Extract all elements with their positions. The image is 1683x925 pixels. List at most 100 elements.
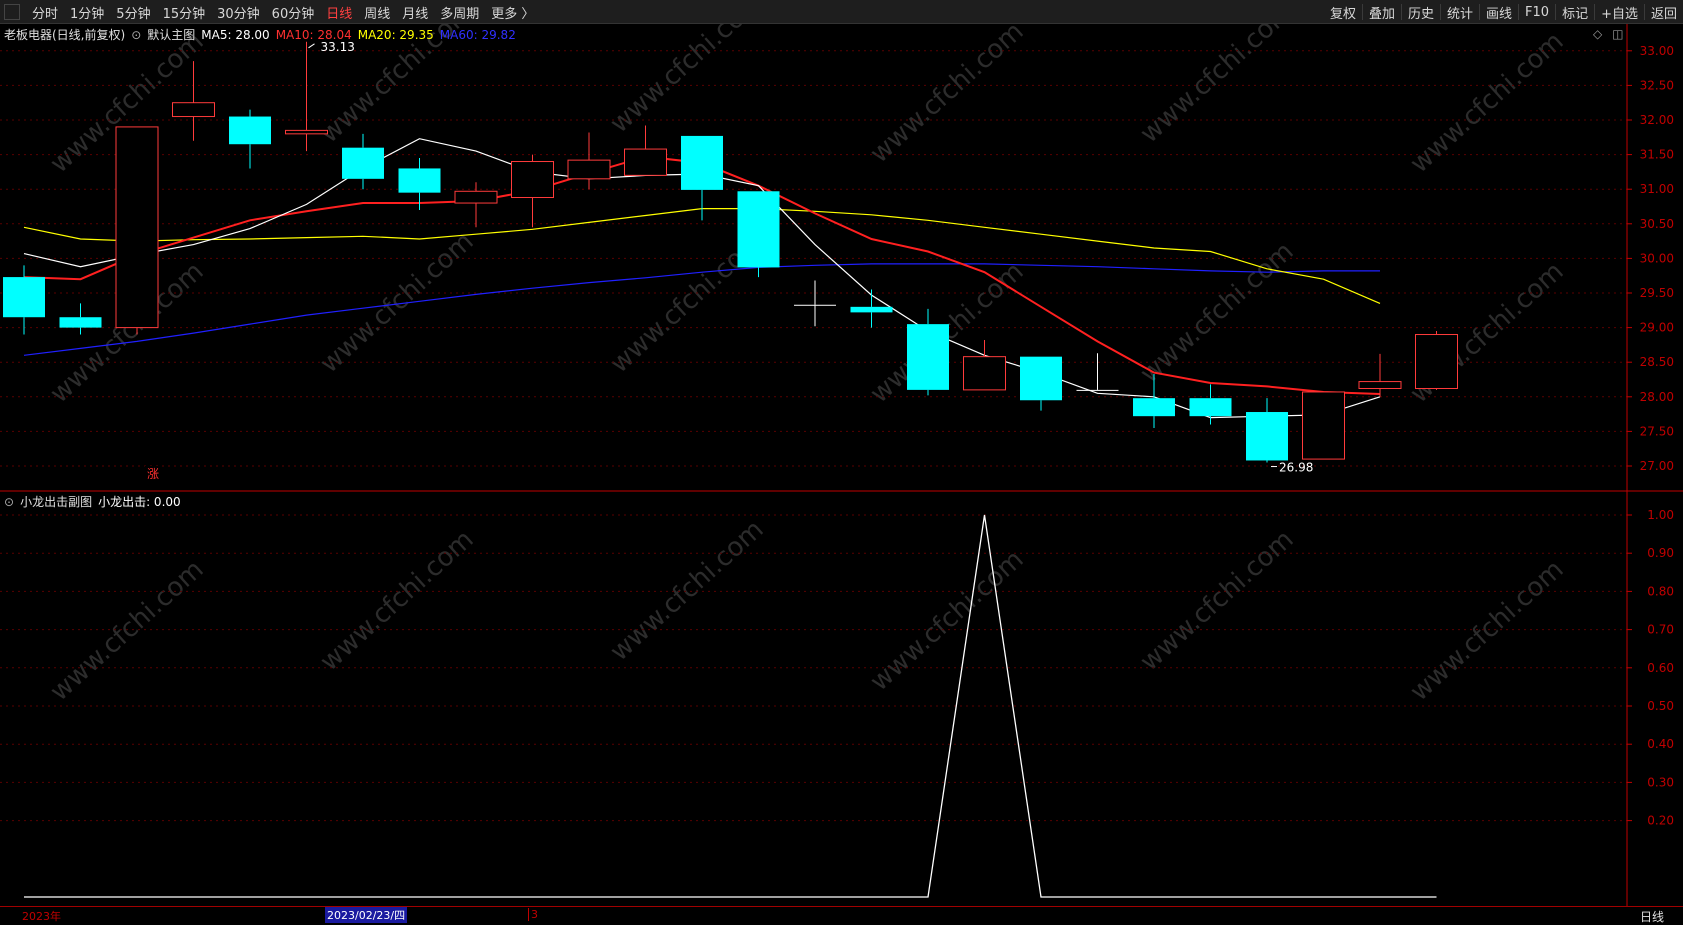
candle <box>59 303 102 335</box>
candle-body <box>567 159 611 180</box>
candle <box>1358 353 1402 397</box>
period-toolbar: 分时 1分钟 5分钟 15分钟 30分钟 60分钟 日线 周线 月线 多周期 更多 〉 复权 叠加 历史… <box>0 0 1683 24</box>
indicator-tick-label: 0.80 <box>1647 584 1674 598</box>
ma60-label: MA60: 29.82 <box>439 27 516 42</box>
month-label: 3 <box>528 908 538 921</box>
price-tick-label: 28.00 <box>1640 390 1674 404</box>
candle-body <box>454 190 498 204</box>
watermark-layer: www.cfchi.com www.cfchi.com www.cfchi.com w… <box>45 514 1570 707</box>
indicator-name[interactable]: 小龙出击副图 <box>20 493 92 510</box>
template-name[interactable]: 默认主图 <box>147 26 195 43</box>
period-tab[interactable]: 日线 <box>320 3 358 22</box>
candle-body <box>1020 356 1062 401</box>
candle-body <box>229 116 271 145</box>
candle <box>1189 384 1232 425</box>
tool-button[interactable]: 返回 <box>1645 3 1683 22</box>
indicator-selector-icon[interactable]: ⊙ <box>4 495 14 509</box>
tool-button[interactable]: F10 <box>1519 5 1555 20</box>
tool-button[interactable]: 标记 <box>1556 3 1594 22</box>
price-tick-label: 30.00 <box>1640 251 1674 265</box>
price-tick-label: 33.00 <box>1640 44 1674 58</box>
candle <box>229 109 271 169</box>
candle <box>1246 398 1288 463</box>
candle-body <box>907 324 949 390</box>
cursor-date-label: 2023/02/23/四 <box>325 907 408 923</box>
candle <box>737 191 780 278</box>
candle-body <box>1076 389 1119 391</box>
period-tab[interactable]: 分时 <box>26 3 64 22</box>
candlestick-chart[interactable]: www.cfchi.com www.cfchi.com www.cfchi.com w… <box>0 24 1683 492</box>
indicator-tick-label: 0.60 <box>1647 661 1674 675</box>
template-selector-icon[interactable]: ⊙ <box>131 28 141 42</box>
period-tab[interactable]: 月线 <box>396 3 434 22</box>
period-tab[interactable]: 30分钟 <box>211 3 266 22</box>
watermark-text: www.cfchi.com <box>1405 554 1570 707</box>
price-tick-label: 28.50 <box>1640 355 1674 369</box>
candle-body <box>285 129 328 135</box>
candle-body <box>1415 334 1458 389</box>
watermark-text: www.cfchi.com <box>605 24 770 139</box>
indicator-tick-label: 0.90 <box>1647 546 1674 560</box>
candle <box>794 280 836 327</box>
period-tabs: 分时 1分钟 5分钟 15分钟 30分钟 60分钟 日线 周线 月线 多周期 更多 〉 <box>0 0 540 24</box>
candle-body <box>1133 398 1175 417</box>
period-tab[interactable]: 1分钟 <box>64 3 110 22</box>
indicator-value: 小龙出击: 0.00 <box>98 495 181 509</box>
candle <box>342 133 384 190</box>
watermark-text: www.cfchi.com <box>1135 236 1300 389</box>
collapse-icon[interactable]: ◫ <box>1612 27 1623 41</box>
watermark-text: www.cfchi.com <box>45 554 210 707</box>
candle-body <box>115 126 159 329</box>
low-price-label: 26.98 <box>1279 461 1313 475</box>
candle <box>115 126 159 335</box>
candle <box>1415 331 1458 390</box>
period-tab[interactable]: 15分钟 <box>157 3 212 22</box>
candle <box>681 135 723 221</box>
candle-body <box>963 356 1006 391</box>
window-corner-icon[interactable] <box>4 4 20 20</box>
ma20-label: MA20: 29.35 <box>357 27 434 42</box>
watermark-text: www.cfchi.com <box>865 544 1030 697</box>
candle-body <box>1302 391 1345 460</box>
period-tab[interactable]: 5分钟 <box>110 3 156 22</box>
period-tab[interactable]: 周线 <box>358 3 396 22</box>
candle-body <box>681 135 723 190</box>
indicator-tick-label: 1.00 <box>1647 508 1674 522</box>
watermark-text: www.cfchi.com <box>605 514 770 667</box>
candle-body <box>3 277 45 318</box>
candle-body <box>1189 398 1232 417</box>
ma5-label: MA5: 28.00 <box>201 27 270 42</box>
tool-button[interactable]: 叠加 <box>1363 3 1401 22</box>
candle <box>511 154 554 228</box>
candle-body <box>398 168 441 193</box>
main-chart-header: 老板电器(日线,前复权) ⊙ 默认主图 MA5: 28.00 MA10: 28.… <box>4 26 522 43</box>
tool-button[interactable]: 画线 <box>1480 3 1518 22</box>
tool-button[interactable]: 复权 <box>1324 3 1362 22</box>
indicator-tick-label: 0.50 <box>1647 699 1674 713</box>
price-tick-label: 31.50 <box>1640 148 1674 162</box>
tool-button[interactable]: 历史 <box>1402 3 1440 22</box>
watermark-text: www.cfchi.com <box>1135 524 1300 677</box>
candle-body <box>342 147 384 179</box>
date-axis-bar: 2023年 2023/02/23/四 3 日线 <box>0 906 1683 925</box>
period-tab[interactable]: 多周期 <box>434 3 485 22</box>
high-arrow <box>308 43 315 49</box>
candle-body <box>737 191 780 268</box>
period-label[interactable]: 日线 <box>1640 908 1664 925</box>
candle <box>850 289 893 328</box>
period-tab[interactable]: 更多 〉 <box>485 3 540 22</box>
candle-body <box>850 306 893 313</box>
candle-body <box>59 317 102 328</box>
indicator-chart[interactable]: www.cfchi.com www.cfchi.com www.cfchi.com w… <box>0 492 1683 906</box>
candle <box>963 340 1006 391</box>
watermark-text: www.cfchi.com <box>865 24 1030 169</box>
period-tab[interactable]: 60分钟 <box>266 3 321 22</box>
tool-button[interactable]: +自选 <box>1595 3 1644 22</box>
zhang-marker: 涨 <box>147 466 159 481</box>
tool-button[interactable]: 统计 <box>1441 3 1479 22</box>
indicator-tick-label: 0.30 <box>1647 775 1674 789</box>
diamond-icon[interactable]: ◇ <box>1593 27 1602 41</box>
candle <box>1133 373 1175 428</box>
price-tick-label: 29.50 <box>1640 286 1674 300</box>
candle <box>454 182 498 228</box>
